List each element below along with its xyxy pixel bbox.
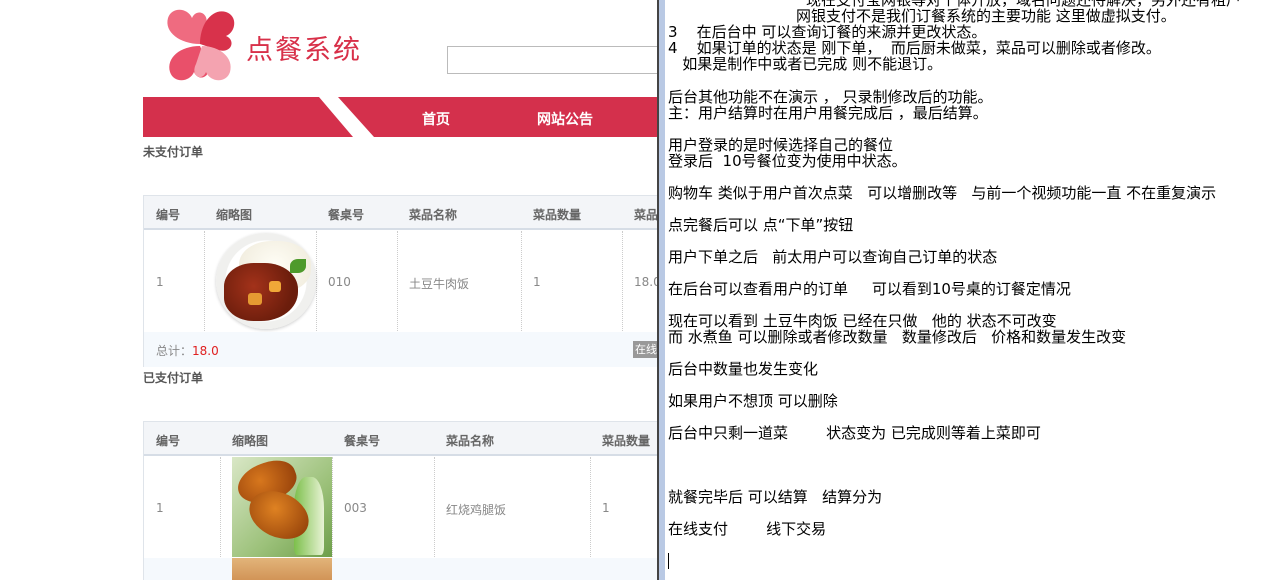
text-caret	[668, 553, 669, 569]
cell-qty: 1	[533, 275, 541, 289]
table-header: 编号 缩略图 餐桌号 菜品名称 菜品数量 菜品	[144, 196, 657, 230]
note-line: 而 水煮鱼 可以删除或者修改数量 数量修改后 价格和数量发生改变	[668, 328, 1127, 346]
th-price: 菜品	[634, 208, 657, 222]
total-bar: 总计：18.0 在线	[144, 332, 657, 367]
nav-right-bar	[338, 97, 657, 137]
notes-text-editor[interactable]: 现在支付宝网银等对个体开放，域名问题还待解决，另外还有租户 网银支付不是我们订餐…	[665, 0, 1265, 580]
cell-id: 1	[156, 501, 164, 515]
pay-online-button[interactable]: 在线	[633, 341, 657, 358]
cell-table: 010	[328, 275, 351, 289]
th-table: 餐桌号	[328, 208, 365, 222]
note-line: 主：用户结算时在用户用餐完成后 ，最后结算。	[668, 104, 988, 122]
note-line: 如果是制作中或者已完成 则不能退订。	[668, 55, 943, 73]
th-table: 餐桌号	[344, 434, 381, 448]
note-line: 点完餐后可以 点“下单”按钮	[668, 216, 854, 234]
table-row: 1 010 土豆牛肉饭 1 18.0	[144, 231, 657, 331]
cell-dish: 土豆牛肉饭	[409, 277, 470, 291]
cell-price: 18.0	[634, 275, 657, 289]
search-input[interactable]	[447, 46, 657, 74]
logo-heart-flower-icon	[167, 9, 235, 81]
total-text: 总计：18.0	[156, 342, 219, 359]
cell-id: 1	[156, 275, 164, 289]
note-line: 后台其他功能不在演示 ， 只录制修改后的功能。	[668, 88, 993, 106]
cell-table: 003	[344, 501, 367, 515]
note-line: 现在可以看到 土豆牛肉饭 已经在只做 他的 状态不可改变	[668, 312, 1057, 330]
unpaid-orders-table: 编号 缩略图 餐桌号 菜品名称 菜品数量 菜品 1 010 土豆牛肉饭 1 18…	[143, 195, 657, 367]
th-qty: 菜品数量	[533, 208, 582, 222]
cell-qty: 1	[602, 501, 610, 515]
note-line: 在后台可以查看用户的订单 可以看到10号桌的订餐定情况	[668, 280, 1071, 298]
paid-orders-title: 已支付订单	[143, 371, 204, 385]
note-line: 登录后 10号餐位变为使用中状态。	[668, 152, 907, 170]
web-page: 点餐系统 首页 网站公告 未支付订单 编号 缩略图 餐桌号 菜品名称 菜品数量 …	[0, 0, 657, 580]
paid-orders-table: 编号 缩略图 餐桌号 菜品名称 菜品数量 1 003 红烧鸡腿饭 1	[143, 421, 657, 580]
nav-announcement[interactable]: 网站公告	[537, 109, 593, 129]
total-label: 总计：	[156, 344, 193, 358]
th-thumb: 缩略图	[216, 208, 253, 222]
note-line: 如果用户不想顶 可以删除	[668, 392, 838, 410]
logo-text: 点餐系统	[246, 35, 362, 66]
note-line: 后台中数量也发生变化	[668, 360, 819, 378]
note-line: 网银支付不是我们订餐系统的主要功能 这里做虚拟支付。	[796, 7, 1176, 25]
total-bar	[144, 558, 657, 580]
th-id: 编号	[156, 208, 181, 222]
note-line: 4 如果订单的状态是 刚下单， 而后厨未做菜，菜品可以删除或者修改。	[668, 39, 1161, 57]
unpaid-orders-title: 未支付订单	[143, 145, 204, 159]
th-dish: 菜品名称	[409, 208, 458, 222]
note-line: 后台中只剩一道菜 状态变为 已完成则等着上菜即可	[668, 424, 1041, 442]
note-line: 用户登录的是时候选择自己的餐位	[668, 136, 894, 154]
main-nav: 首页 网站公告	[143, 97, 657, 137]
note-line: 在线支付 线下交易	[668, 520, 827, 538]
note-line: 购物车 类似于用户首次点菜 可以增删改等 与前一个视频功能一直 不在重复演示	[668, 184, 1217, 202]
note-line: 就餐完毕后 可以结算 结算分为	[668, 488, 883, 506]
th-thumb: 缩略图	[232, 434, 269, 448]
table-row: 1 003 红烧鸡腿饭 1	[144, 453, 657, 557]
total-value: 18.0	[192, 344, 219, 358]
table-header: 编号 缩略图 餐桌号 菜品名称 菜品数量	[144, 422, 657, 456]
cell-dish: 红烧鸡腿饭	[446, 503, 507, 517]
note-line: 用户下单之后 前太用户可以查询自己订单的状态	[668, 248, 998, 266]
nav-left-tab	[143, 97, 353, 137]
th-dish: 菜品名称	[446, 434, 495, 448]
th-qty: 菜品数量	[602, 434, 651, 448]
nav-home[interactable]: 首页	[422, 109, 450, 129]
th-id: 编号	[156, 434, 181, 448]
note-line: 3 在后台中 可以查询订餐的来源并更改状态。	[668, 23, 987, 41]
